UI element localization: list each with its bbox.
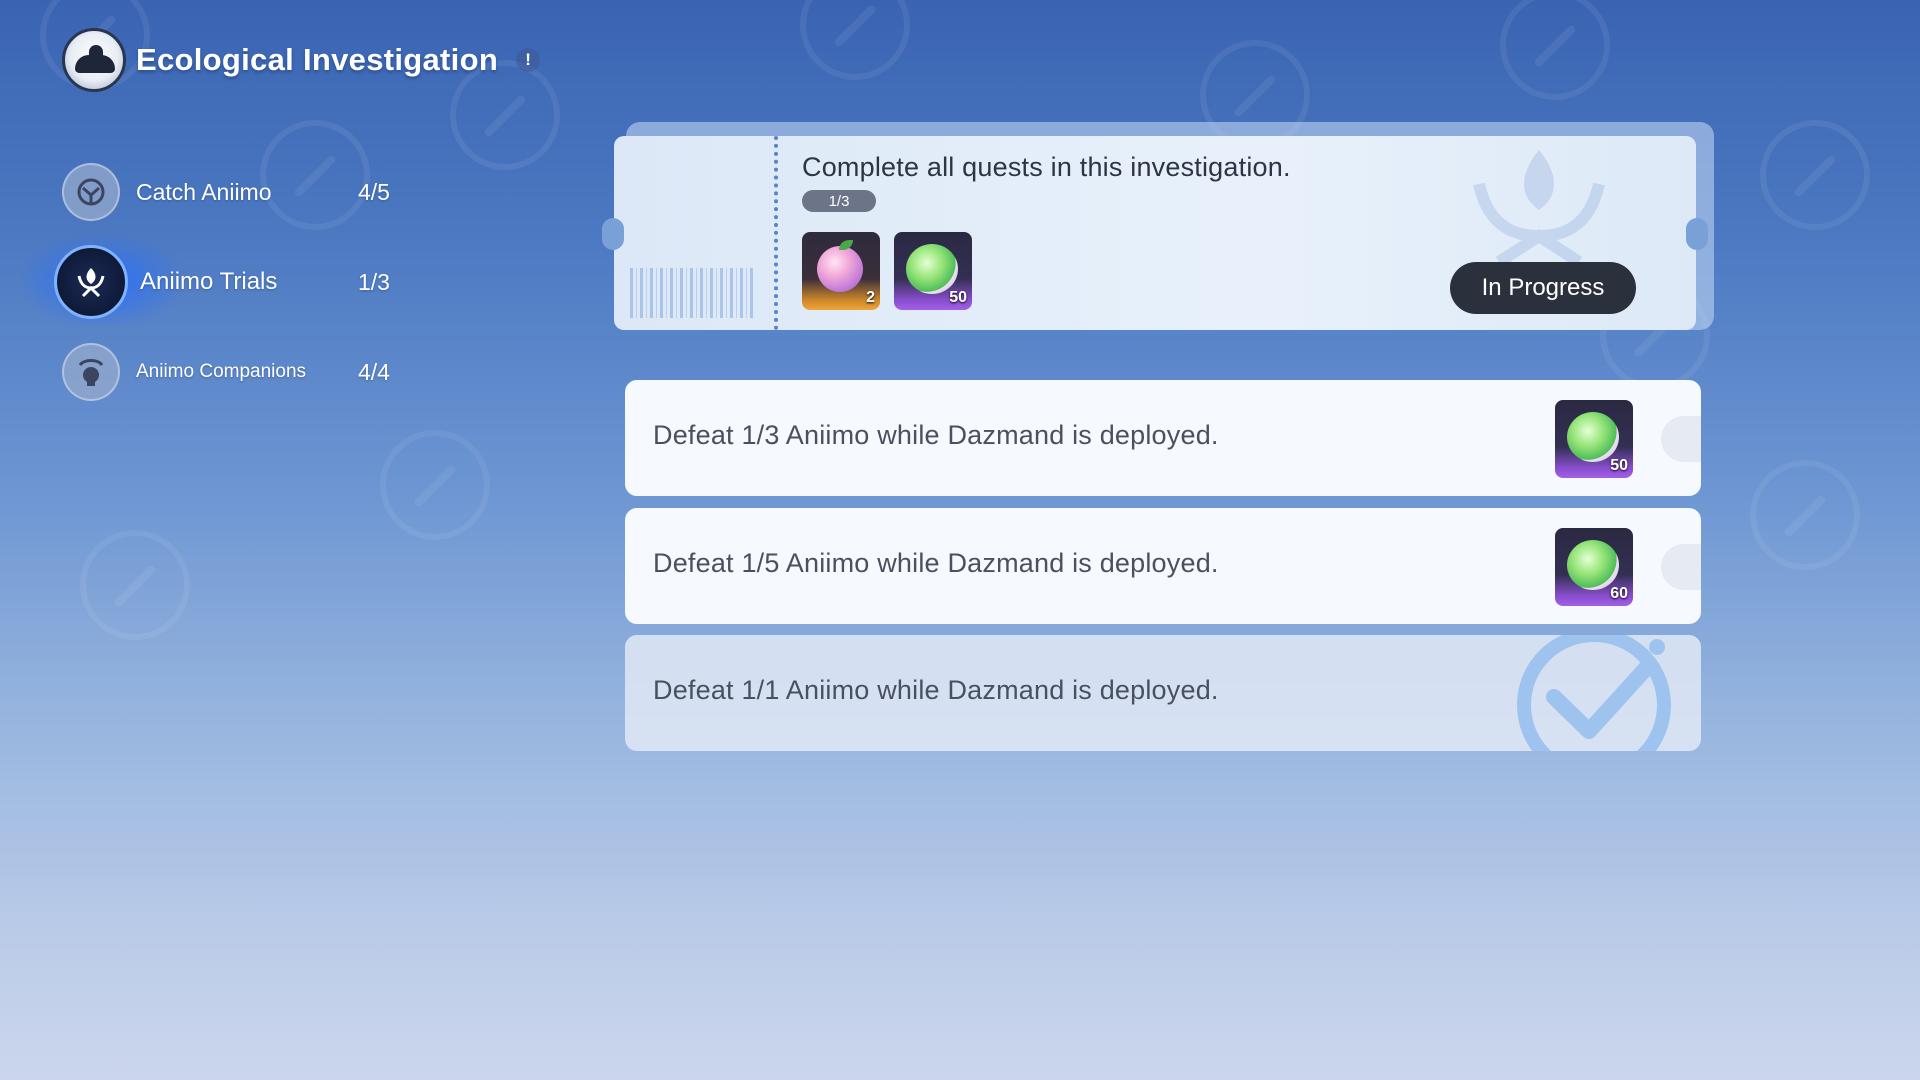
quest-text: Defeat 1/1 Aniimo while Dazmand is deplo…: [653, 675, 1219, 705]
sidebar-item-count: 1/3: [358, 268, 390, 295]
reward-quantity: 50: [1610, 457, 1628, 474]
sidebar-item-aniimo-companions[interactable]: Aniimo Companions 4/4: [62, 340, 402, 404]
investigation-ticket: Complete all quests in this investigatio…: [602, 136, 1708, 330]
reward-quantity: 60: [1610, 585, 1628, 602]
quest-text: Defeat 1/3 Aniimo while Dazmand is deplo…: [653, 420, 1219, 450]
peach-fruit-icon: [817, 240, 863, 292]
reward-quantity: 50: [949, 289, 967, 306]
trials-watermark-icon: [1473, 150, 1605, 264]
sidebar-item-aniimo-trials[interactable]: Aniimo Trials 1/3: [22, 236, 402, 326]
quest-notch: [1661, 416, 1701, 462]
investigation-icon: [62, 28, 126, 92]
sidebar-item-catch-aniimo[interactable]: Catch Aniimo 4/5: [62, 160, 402, 224]
sidebar-item-label: Aniimo Companions: [136, 361, 307, 382]
info-icon[interactable]: !: [516, 48, 541, 72]
sidebar-item-count: 4/4: [358, 358, 390, 385]
ticket-title: Complete all quests in this investigatio…: [802, 152, 1291, 182]
page-title: Ecological Investigation: [136, 42, 499, 77]
trials-icon: [54, 245, 128, 319]
status-button[interactable]: In Progress: [1450, 262, 1636, 314]
ticket-notch-right: [1686, 218, 1708, 250]
melon-fruit-icon: [1567, 412, 1619, 462]
catch-icon: [62, 163, 120, 221]
barcode-decoration: [630, 268, 756, 318]
melon-fruit-icon: [906, 244, 958, 294]
melon-fruit-icon: [1567, 540, 1619, 590]
reward-item[interactable]: 2: [802, 232, 880, 310]
companions-icon: [62, 343, 120, 401]
floor-gradient: [0, 880, 1920, 1080]
sidebar: Catch Aniimo 4/5 Aniimo Trials 1/3 Aniim…: [22, 160, 402, 430]
reward-item[interactable]: 60: [1555, 528, 1633, 606]
page-header: Ecological Investigation !: [62, 28, 541, 92]
quest-row[interactable]: Defeat 1/3 Aniimo while Dazmand is deplo…: [625, 380, 1701, 496]
reward-quantity: 2: [866, 289, 875, 306]
completed-check-icon: [1517, 635, 1671, 751]
ticket-notch-left: [602, 218, 624, 250]
sidebar-item-label: Catch Aniimo: [136, 178, 272, 205]
reward-item[interactable]: 50: [1555, 400, 1633, 478]
reward-item[interactable]: 50: [894, 232, 972, 310]
quest-row[interactable]: Defeat 1/5 Aniimo while Dazmand is deplo…: [625, 508, 1701, 624]
sidebar-item-count: 4/5: [358, 178, 390, 205]
quest-text: Defeat 1/5 Aniimo while Dazmand is deplo…: [653, 548, 1219, 578]
ticket-stub: [614, 136, 778, 330]
sidebar-item-label: Aniimo Trials: [140, 268, 278, 295]
quest-notch: [1661, 544, 1701, 590]
quest-row-completed[interactable]: Defeat 1/1 Aniimo while Dazmand is deplo…: [625, 635, 1701, 751]
ticket-progress-badge: 1/3: [802, 190, 876, 212]
